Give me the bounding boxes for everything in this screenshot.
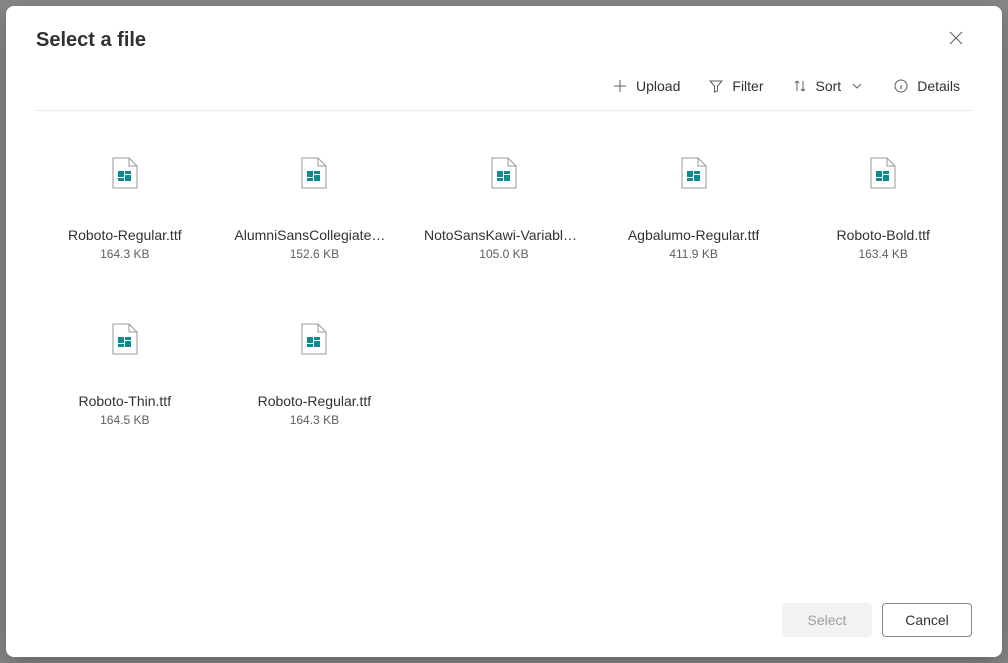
file-grid: Roboto-Regular.ttf 164.3 KB AlumniSansColl… [36,131,972,439]
upload-button[interactable]: Upload [600,72,692,100]
details-button[interactable]: Details [881,72,972,100]
file-name: Roboto-Regular.ttf [68,227,182,243]
file-tile[interactable]: NotoSansKawi-VariableFont_wght.ttf 105.0 … [415,131,593,273]
file-tile[interactable]: Roboto-Regular.ttf 164.3 KB [226,297,404,439]
dialog-footer: Select Cancel [6,589,1002,657]
file-icon [290,315,338,363]
file-size: 164.3 KB [290,413,339,427]
file-size: 411.9 KB [669,247,717,261]
sort-label: Sort [816,78,842,94]
dialog-header: Select a file [6,6,1002,66]
file-name: Roboto-Regular.ttf [258,393,372,409]
toolbar: Upload Filter Sort Details [36,66,972,111]
upload-label: Upload [636,78,680,94]
file-name: Roboto-Bold.ttf [837,227,930,243]
close-button[interactable] [940,24,972,56]
file-size: 163.4 KB [859,247,908,261]
file-icon [480,149,528,197]
filter-label: Filter [732,78,763,94]
chevron-down-icon [849,78,865,94]
file-icon [101,315,149,363]
file-size: 164.5 KB [100,413,149,427]
file-size: 152.6 KB [290,247,339,261]
file-tile[interactable]: Roboto-Bold.ttf 163.4 KB [794,131,972,273]
filter-icon [708,78,724,94]
filter-button[interactable]: Filter [696,72,775,100]
cancel-button[interactable]: Cancel [882,603,972,637]
details-label: Details [917,78,960,94]
dialog-title: Select a file [36,29,146,52]
file-size: 164.3 KB [100,247,149,261]
file-icon [290,149,338,197]
file-name: Roboto-Thin.ttf [78,393,171,409]
file-tile[interactable]: Roboto-Thin.ttf 164.5 KB [36,297,214,439]
file-tile[interactable]: Roboto-Regular.ttf 164.3 KB [36,131,214,273]
file-tile[interactable]: Agbalumo-Regular.ttf 411.9 KB [605,131,783,273]
file-icon [670,149,718,197]
file-name: NotoSansKawi-VariableFont_wght.ttf [424,227,584,243]
file-name: AlumniSansCollegiateOne-Regular.ttf [234,227,394,243]
file-tile[interactable]: AlumniSansCollegiateOne-Regular.ttf 152.6… [226,131,404,273]
plus-icon [612,78,628,94]
select-button[interactable]: Select [782,603,872,637]
file-icon [101,149,149,197]
file-grid-area: Roboto-Regular.ttf 164.3 KB AlumniSansColl… [6,111,1002,589]
sort-button[interactable]: Sort [780,72,878,100]
file-size: 105.0 KB [479,247,528,261]
close-icon [948,30,964,51]
sort-icon [792,78,808,94]
file-icon [859,149,907,197]
file-picker-dialog: Select a file Upload Filter Sort [6,6,1002,657]
info-icon [893,78,909,94]
file-name: Agbalumo-Regular.ttf [628,227,760,243]
